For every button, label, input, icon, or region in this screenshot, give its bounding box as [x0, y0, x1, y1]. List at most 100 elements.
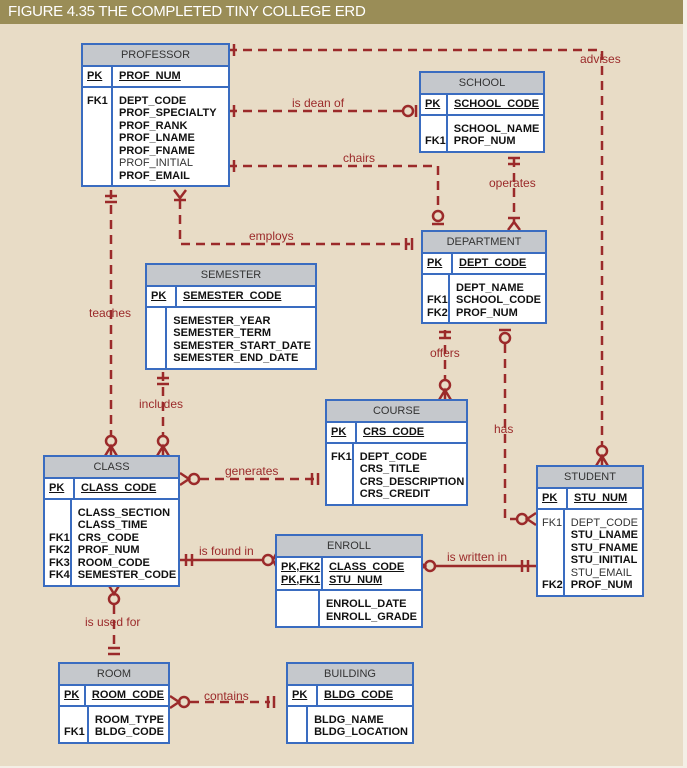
attribute-column: DEPT_CODE STU_LNAME STU_FNAME STU_INITIAL ST…: [565, 510, 642, 595]
key-label: [425, 123, 446, 136]
optional-circle-icon: [401, 104, 415, 118]
primary-key-section: PK SCHOOL_CODE: [421, 95, 543, 116]
key-column: [277, 591, 320, 626]
entity-professor[interactable]: PROFESSOR PK PROF_NUM FK1 DEPT_CODE PROF_SPE…: [81, 43, 230, 187]
primary-key-section: PK,FK2 PK,FK1 CLASS_CODE STU_NUM: [277, 558, 421, 591]
attribute-column: PROF_NUM: [113, 67, 228, 86]
primary-key-attribute: BLDG_CODE: [324, 689, 394, 701]
key-label: PK: [427, 257, 443, 269]
key-label: PK: [87, 70, 103, 82]
attribute: PROF_NUM: [77, 544, 140, 556]
entity-course[interactable]: COURSE PK CRS_CODE FK1 DEPT_CODE CRS_TITLE CR…: [325, 399, 468, 506]
key-label: PK,FK1: [281, 573, 321, 586]
entity-enroll[interactable]: ENROLL PK,FK2 PK,FK1 CLASS_CODE STU_NUM ENRO…: [275, 534, 423, 628]
entity-school[interactable]: SCHOOL PK SCHOOL_CODE FK1 SCHOOL_NAME PROF_N…: [419, 71, 545, 153]
key-label: PK,FK2: [281, 561, 321, 573]
attribute-column: CLASS_CODE: [75, 479, 178, 498]
rel-label-employs: employs: [249, 229, 294, 243]
key-column: PK: [421, 95, 449, 114]
key-label: [542, 567, 563, 580]
attribute: SEMESTER_TERM: [173, 327, 272, 339]
key-label: FK1: [331, 450, 352, 463]
key-column: FK1: [421, 115, 448, 151]
key-column: PK: [288, 686, 318, 705]
key-column: PK: [327, 423, 357, 442]
attribute-column: DEPT_NAME SCHOOL_CODE PROF_NUM: [450, 275, 545, 323]
attribute: SEMESTER_END_DATE: [173, 352, 299, 364]
key-label: [542, 529, 563, 542]
entity-room[interactable]: ROOM PK ROOM_CODE FK1 ROOM_TYPE BLDG_CODE: [58, 662, 170, 744]
rel-line-employs: [178, 200, 410, 246]
attribute-column: STU_NUM: [568, 489, 642, 508]
key-label: [542, 542, 563, 555]
rel-label-has: has: [494, 422, 514, 436]
attribute-section: FK1 FK2 DEPT_CODE STU_LNAME STU_FNAME STU_IN…: [538, 509, 642, 595]
key-label: [49, 507, 70, 520]
attribute: CRS_CODE: [77, 531, 139, 544]
attribute-column: DEPT_CODE CRS_TITLE CRS_DESCRIPTION CRS_CRE…: [354, 444, 469, 504]
key-label: FK1: [427, 294, 448, 306]
entity-building[interactable]: BUILDING PK BLDG_CODE BLDG_NAME BLDG_LOCATI…: [286, 662, 414, 744]
key-label: [331, 476, 352, 489]
key-label: FK1: [87, 94, 108, 107]
key-label: [87, 157, 111, 170]
attribute-section: FK1 FK2 FK3 FK4 CLASS_SECTION CLASS_TIME CRS_C…: [45, 499, 180, 585]
key-label: [87, 132, 111, 145]
entity-class[interactable]: CLASS PK CLASS_CODE FK1 FK2 FK3 FK4 CLASS_SECT…: [43, 455, 180, 587]
attribute-column: DEPT_CODE: [453, 254, 545, 273]
key-column: [147, 307, 168, 368]
entity-name: COURSE: [327, 401, 466, 423]
key-label: [151, 340, 165, 353]
rel-label-generates: generates: [225, 464, 279, 478]
key-label: [292, 714, 306, 727]
primary-key-attribute: PROF_NUM: [119, 70, 181, 82]
attribute: SEMESTER_YEAR: [173, 314, 271, 327]
crows-foot-icon: [524, 511, 537, 527]
key-label: [331, 463, 352, 476]
key-column: FK1: [83, 87, 113, 185]
attribute-column: ROOM_TYPE BLDG_CODE: [89, 707, 168, 742]
one-mandatory-icon: [266, 696, 276, 708]
attribute-section: FK1 SCHOOL_NAME PROF_NUM: [421, 115, 543, 151]
key-label: [151, 327, 165, 340]
entity-student[interactable]: STUDENT PK STU_NUM FK1 FK2 DEPT_CODE STU_LNAM…: [536, 465, 644, 597]
attribute-column: CLASS_CODE STU_NUM: [323, 558, 421, 589]
key-label: [49, 519, 70, 532]
key-label: [427, 282, 448, 295]
key-label: [542, 554, 563, 567]
key-label: [151, 352, 165, 365]
key-column: FK1 FK2 FK3 FK4: [45, 499, 72, 585]
attribute: ROOM_TYPE: [94, 713, 164, 726]
rel-label-advises: advises: [580, 52, 621, 66]
attribute: DEPT_NAME: [456, 281, 524, 294]
attribute: CRS_CREDIT: [359, 488, 431, 500]
key-label: PK: [151, 290, 167, 302]
attribute: SCHOOL_NAME: [453, 122, 540, 135]
entity-department[interactable]: DEPARTMENT PK DEPT_CODE FK1 FK2 DEPT_NAME SCH…: [421, 230, 547, 324]
rel-label-offers: offers: [430, 346, 460, 360]
attribute: PROF_NUM: [456, 306, 518, 319]
crows-foot-icon: [169, 694, 182, 710]
entity-name: SEMESTER: [147, 265, 315, 287]
attribute-column: SEMESTER_YEAR SEMESTER_TERM SEMESTER_START…: [167, 308, 315, 368]
primary-key-attribute: ROOM_CODE: [91, 689, 164, 701]
one-mandatory-icon: [108, 646, 120, 656]
primary-key-attribute: STU_NUM: [574, 492, 628, 504]
key-column: FK1 FK2: [423, 274, 451, 322]
entity-name: DEPARTMENT: [423, 232, 545, 254]
key-label: FK2: [49, 544, 70, 556]
attribute: STU_LNAME: [570, 529, 639, 541]
entity-semester[interactable]: SEMESTER PK SEMESTER_CODE SEMESTER_YEAR SEM…: [145, 263, 317, 370]
rel-label-is-found-in: is found in: [199, 544, 254, 558]
optional-circle-icon: [498, 331, 512, 345]
attribute: SEMESTER_START_DATE: [173, 339, 311, 352]
attribute-column: CLASS_SECTION CLASS_TIME CRS_CODE PROF_NUM R…: [72, 500, 180, 585]
rel-label-chairs: chairs: [343, 151, 376, 165]
crows-foot-icon: [179, 471, 192, 487]
primary-key-attribute: CLASS_CODE: [81, 482, 157, 494]
primary-key-section: PK ROOM_CODE: [60, 686, 168, 707]
key-label: PK: [331, 426, 347, 438]
key-label: [87, 120, 111, 133]
primary-key-section: PK CLASS_CODE: [45, 479, 178, 500]
attribute-section: FK1 ROOM_TYPE BLDG_CODE: [60, 706, 168, 742]
